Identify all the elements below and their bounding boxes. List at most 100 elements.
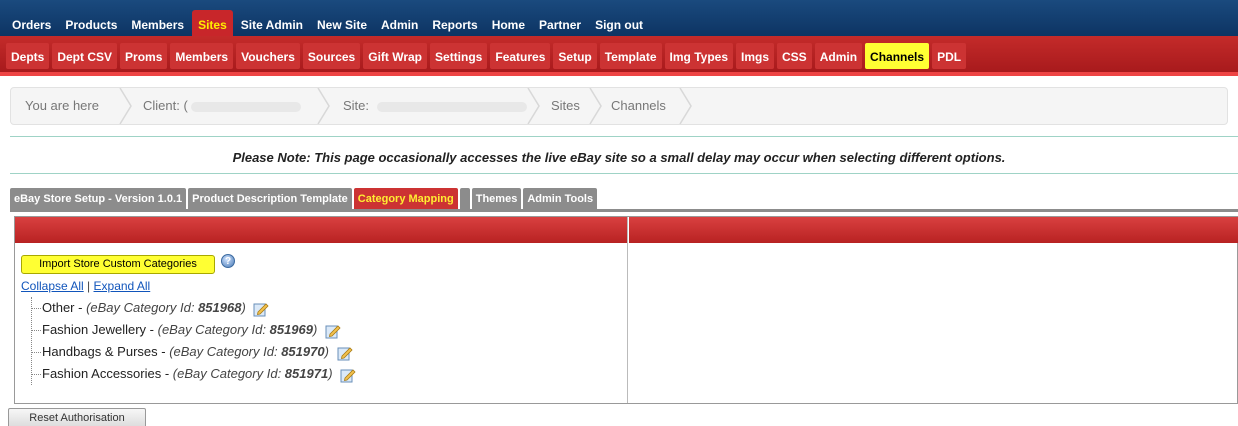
category-id-label: (eBay Category Id:: [86, 300, 199, 315]
tab-product-description-template[interactable]: Product Description Template: [188, 188, 352, 210]
category-id: 851969: [269, 322, 313, 337]
category-meta: (eBay Category Id: 851968): [86, 300, 246, 315]
breadcrumb-channels: Channels: [611, 98, 666, 113]
collapse-all-link[interactable]: Collapse All: [21, 279, 84, 293]
edit-icon[interactable]: [325, 323, 341, 339]
subnav-sources[interactable]: Sources: [302, 43, 361, 69]
tab-admin-tools[interactable]: Admin Tools: [523, 188, 598, 210]
breadcrumb-client-prefix: (: [183, 98, 188, 113]
category-id-label: (eBay Category Id:: [157, 322, 270, 337]
subnav-proms[interactable]: Proms: [120, 43, 168, 69]
tab-unlabeled[interactable]: [459, 188, 470, 210]
divider: [10, 173, 1238, 174]
subnav-setup[interactable]: Setup: [553, 43, 597, 69]
topnav-new-site[interactable]: New Site: [311, 10, 373, 36]
breadcrumb-site-label: Site:: [343, 98, 370, 113]
link-separator: |: [87, 279, 91, 293]
subnav-img-types[interactable]: Img Types: [664, 43, 733, 69]
category-id: 851970: [281, 344, 325, 359]
breadcrumb: You are here Client: ( Site: Sites Chann…: [10, 87, 1228, 125]
left-panel-header: [15, 217, 627, 243]
edit-icon[interactable]: [340, 367, 356, 383]
import-store-custom-categories-button[interactable]: Import Store Custom Categories: [21, 255, 215, 274]
tab-underline: [10, 209, 1238, 212]
subnav-pdl[interactable]: PDL: [932, 43, 967, 69]
topnav-sign-out[interactable]: Sign out: [589, 10, 649, 36]
category-tree: Other - (eBay Category Id: 851968) Fashi…: [31, 297, 356, 385]
category-name: Fashion Accessories: [42, 366, 162, 381]
category-separator: -: [161, 366, 173, 381]
category-id-suffix: ): [324, 344, 329, 359]
tree-connector: [31, 308, 41, 310]
breadcrumb-separator-icon: [119, 88, 132, 124]
tree-item-other[interactable]: Other - (eBay Category Id: 851968): [31, 297, 356, 319]
topnav-partner[interactable]: Partner: [533, 10, 587, 36]
subnav-members[interactable]: Members: [170, 43, 234, 69]
category-meta: (eBay Category Id: 851969): [158, 322, 318, 337]
category-meta: (eBay Category Id: 851971): [173, 366, 333, 381]
subnav-depts[interactable]: Depts: [6, 43, 50, 69]
tab-category-mapping[interactable]: Category Mapping: [353, 188, 458, 210]
reset-authorisation-button[interactable]: Reset Authorisation: [8, 408, 146, 426]
category-id: 851971: [284, 366, 329, 381]
edit-icon[interactable]: [337, 345, 353, 361]
subnav-imgs[interactable]: Imgs: [736, 43, 775, 69]
breadcrumb-site[interactable]: Site:: [343, 88, 527, 124]
category-separator: -: [157, 344, 170, 359]
sub-nav: Depts Dept CSV Proms Members Vouchers So…: [0, 36, 1238, 76]
redacted-site-name: [376, 101, 527, 112]
subnav-vouchers[interactable]: Vouchers: [236, 43, 300, 69]
category-name: Handbags & Purses: [42, 344, 158, 359]
breadcrumb-client-label: Client:: [143, 98, 180, 113]
topnav-products[interactable]: Products: [59, 10, 123, 36]
topnav-orders[interactable]: Orders: [6, 10, 57, 36]
breadcrumb-sites[interactable]: Sites: [551, 88, 580, 124]
page-note: Please Note: This page occasionally acce…: [232, 150, 1006, 165]
category-id: 851968: [198, 300, 242, 315]
edit-icon[interactable]: [253, 301, 270, 317]
category-id-suffix: ): [313, 322, 318, 337]
breadcrumb-you-are-here: You are here: [25, 98, 99, 113]
breadcrumb-separator-icon: [527, 88, 540, 124]
category-id-label: (eBay Category Id:: [172, 366, 285, 381]
subnav-settings[interactable]: Settings: [430, 43, 488, 69]
topnav-members[interactable]: Members: [125, 10, 190, 36]
divider: [10, 136, 1238, 137]
topnav-sites[interactable]: Sites: [192, 10, 233, 36]
tree-item-handbags-purses[interactable]: Handbags & Purses - (eBay Category Id: 8…: [31, 341, 356, 363]
breadcrumb-client[interactable]: Client: (: [143, 88, 302, 124]
category-separator: -: [74, 300, 87, 315]
topnav-home[interactable]: Home: [486, 10, 531, 36]
redacted-client-name: [191, 101, 302, 112]
help-icon[interactable]: ?: [221, 254, 235, 268]
tab-bar: eBay Store Setup - Version 1.0.1 Product…: [10, 188, 599, 210]
category-id-suffix: ): [241, 300, 246, 315]
tree-item-fashion-accessories[interactable]: Fashion Accessories - (eBay Category Id:…: [31, 363, 356, 385]
tree-controls: Collapse All | Expand All: [21, 279, 150, 293]
tree-item-fashion-jewellery[interactable]: Fashion Jewellery - (eBay Category Id: 8…: [31, 319, 356, 341]
topnav-reports[interactable]: Reports: [426, 10, 483, 36]
category-name: Fashion Jewellery: [42, 322, 147, 337]
tree-connector: [31, 374, 41, 376]
subnav-gift-wrap[interactable]: Gift Wrap: [363, 43, 428, 69]
subnav-template[interactable]: Template: [599, 43, 662, 69]
category-separator: -: [146, 322, 158, 337]
tab-themes[interactable]: Themes: [471, 188, 522, 210]
subnav-channels[interactable]: Channels: [865, 43, 930, 69]
breadcrumb-separator-icon: [317, 88, 330, 124]
category-id-label: (eBay Category Id:: [169, 344, 282, 359]
breadcrumb-separator-icon: [679, 88, 692, 124]
subnav-features[interactable]: Features: [490, 43, 551, 69]
expand-all-link[interactable]: Expand All: [94, 279, 151, 293]
tree-connector: [31, 330, 41, 332]
subnav-css[interactable]: CSS: [777, 43, 812, 69]
panel-divider: [627, 217, 628, 403]
top-nav: Orders Products Members Sites Site Admin…: [0, 0, 1238, 36]
tree-connector: [31, 352, 41, 354]
subnav-dept-csv[interactable]: Dept CSV: [52, 43, 118, 69]
tab-ebay-store-setup[interactable]: eBay Store Setup - Version 1.0.1: [10, 188, 187, 210]
subnav-admin[interactable]: Admin: [814, 43, 863, 69]
topnav-site-admin[interactable]: Site Admin: [235, 10, 309, 36]
topnav-admin[interactable]: Admin: [375, 10, 424, 36]
right-panel-header: [629, 217, 1238, 243]
